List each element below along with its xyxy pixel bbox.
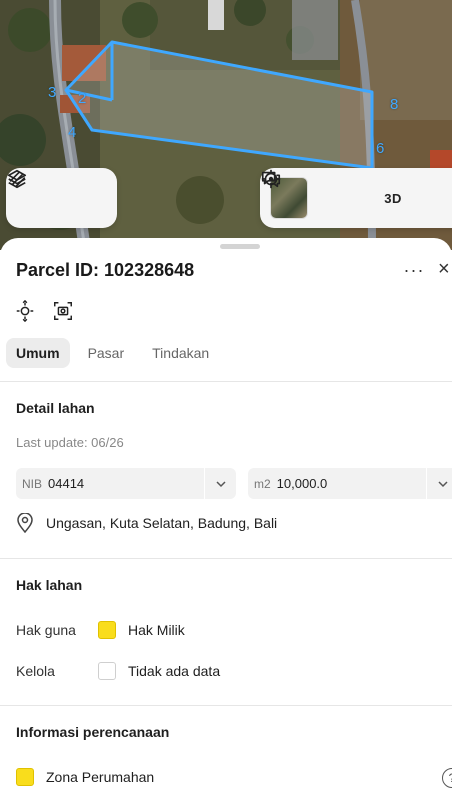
area-select[interactable]: m2 10,000.0 [248,468,452,499]
area-value: 10,000.0 [276,476,328,491]
divider [0,558,452,559]
parcel-point-label: 8 [390,96,399,113]
tab-tindakan[interactable]: Tindakan [142,338,219,368]
kelola-value: Tidak ada data [128,663,221,679]
parcel-title: Parcel ID: 102328648 [16,260,195,280]
location-text: Ungasan, Kuta Selatan, Badung, Bali [46,515,278,531]
tab-pasar[interactable]: Pasar [78,338,135,368]
tab-umum[interactable]: Umum [6,338,70,368]
area-prefix: m2 [254,476,271,491]
nib-value: 04414 [48,476,85,491]
hak-guna-value: Hak Milik [128,622,185,638]
zone-label: Zona Perumahan [46,769,155,785]
satellite-map[interactable]: 2 3 4 6 8 3D [0,0,452,250]
planning-section-title: Informasi perencanaan [16,724,170,740]
tab-bar: Umum Pasar Tindakan [6,338,219,368]
3d-toggle-button[interactable]: 3D [377,180,410,216]
zoom-to-parcel-icon[interactable] [14,300,36,322]
feedback-icon[interactable] [261,171,452,216]
parcel-point-label: 2 [78,90,87,107]
hak-guna-row: Hak guna Hak Milik [16,621,185,639]
hak-guna-swatch [98,621,116,639]
more-options-button[interactable]: ··· [402,258,426,282]
detail-section-title: Detail lahan [16,400,95,416]
parcel-point-label: 4 [68,124,77,141]
location-pin-icon [17,513,33,533]
zone-row: Zona Perumahan [16,768,154,786]
locate-icon[interactable] [261,169,359,216]
close-button[interactable]: × [438,258,452,282]
parcel-point-label: 6 [376,140,385,157]
kelola-row: Kelola Tidak ada data [16,662,220,680]
parcel-detail-sheet: Parcel ID: 102328648 ··· × Umum Pasar Ti… [0,238,452,804]
draw-icon[interactable] [9,171,106,216]
last-update-text: Last update: 06/26 [16,435,124,450]
map-tools-group [6,168,117,228]
location-row: Ungasan, Kuta Selatan, Badung, Bali [16,513,277,533]
nib-select[interactable]: NIB 04414 [16,468,236,499]
chevron-down-icon[interactable] [204,468,236,499]
map-view-group: 3D [260,168,452,228]
kelola-label: Kelola [16,663,55,679]
screenshot-icon[interactable] [52,300,74,322]
parcel-point-label: 3 [48,84,57,101]
nib-prefix: NIB [22,476,43,491]
divider [0,381,452,382]
zone-swatch [16,768,34,786]
kelola-swatch [98,662,116,680]
parcel-tools [14,300,74,322]
divider [0,705,452,706]
help-icon[interactable]: ? [442,768,452,788]
hak-section-title: Hak lahan [16,577,83,593]
sheet-drag-handle[interactable] [220,244,260,249]
chevron-down-icon[interactable] [426,468,452,499]
hak-guna-label: Hak guna [16,622,76,638]
